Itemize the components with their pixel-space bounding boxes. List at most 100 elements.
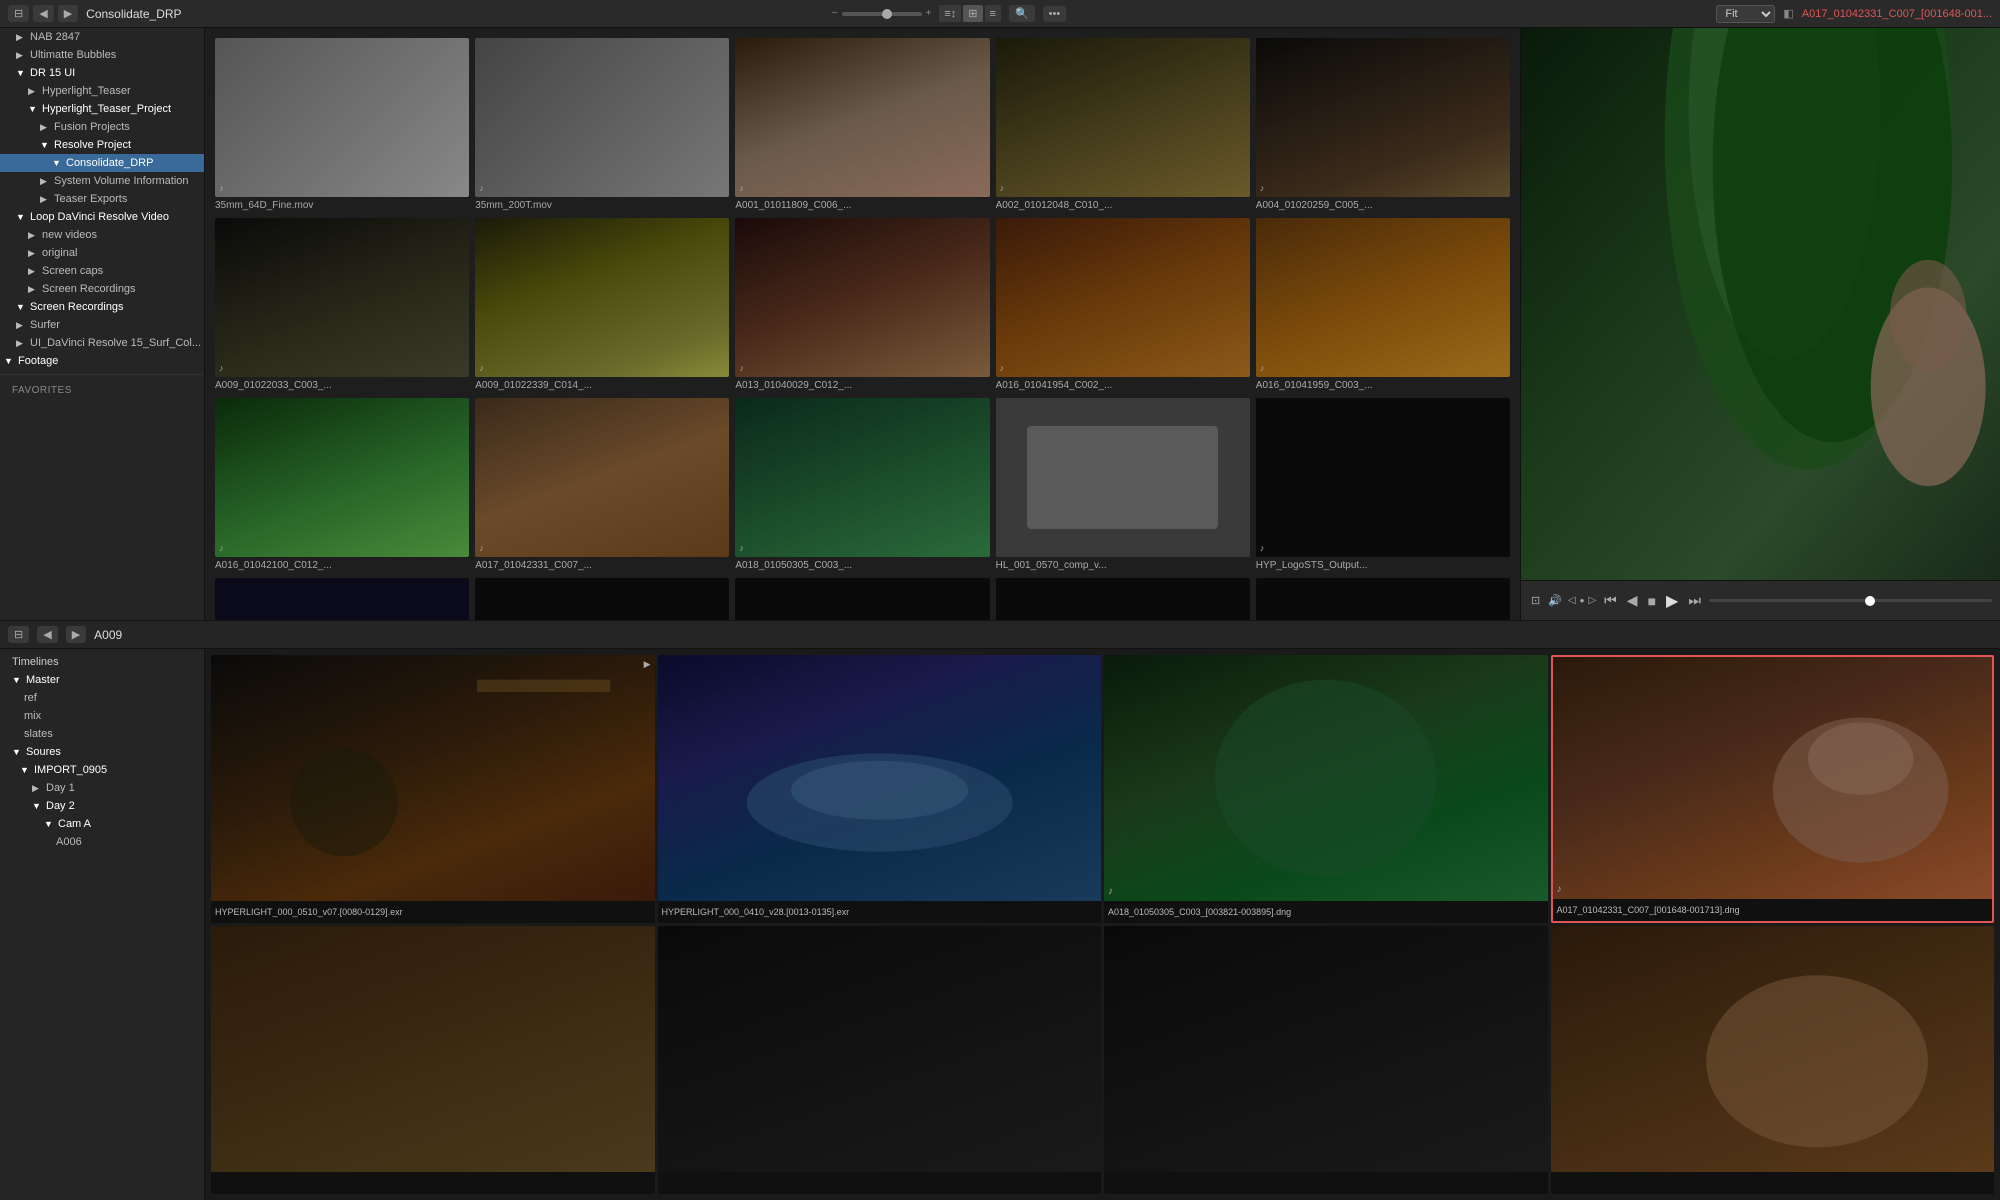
nav-next-button[interactable]: ▶ <box>58 5 78 22</box>
sidebar-item-new-videos[interactable]: ▶ new videos <box>0 226 204 244</box>
nav-forward-button[interactable]: ◀ <box>33 5 53 22</box>
sidebar-item-label: Day 1 <box>46 782 75 794</box>
preview-icon-btn[interactable]: ⊡ <box>1529 592 1542 609</box>
nav-back-button[interactable]: ⊟ <box>8 5 29 22</box>
bottom-back-button[interactable]: ◀ <box>37 626 57 643</box>
timeline-item-timelines[interactable]: Timelines <box>0 653 204 671</box>
media-item-hyp-logo-usef[interactable]: U ♪ HYP_LogoUSEF_Outpu... <box>215 578 469 620</box>
grid-view-button[interactable]: ⊞ <box>963 5 982 22</box>
bottom-clip-r2c4[interactable] <box>1551 926 1995 1194</box>
clip-image <box>658 926 1102 1172</box>
sidebar-item-label: System Volume Information <box>54 175 189 187</box>
volume-icon[interactable]: 🔊 <box>1548 594 1562 607</box>
sidebar-item-hyperlight-teaser-project[interactable]: ▼ Hyperlight_Teaser_Project <box>0 100 204 118</box>
timeline-item-day1[interactable]: ▶ Day 1 <box>0 779 204 797</box>
fit-select[interactable]: Fit 25% 50% 100% <box>1716 5 1775 23</box>
skip-forward-button[interactable]: ⏭ <box>1686 590 1703 611</box>
sidebar-item-nab2847[interactable]: ▶ NAB 2847 <box>0 28 204 46</box>
sidebar-item-screen-recordings1[interactable]: ▶ Screen Recordings <box>0 280 204 298</box>
preview-timeline[interactable] <box>1709 599 1992 602</box>
bottom-fwd-button[interactable]: ▶ <box>66 626 86 643</box>
sidebar-item-hyperlight-teaser[interactable]: ▶ Hyperlight_Teaser <box>0 82 204 100</box>
zoom-in-icon[interactable]: + <box>926 8 932 19</box>
chevron-down-icon: ▼ <box>16 68 26 78</box>
sidebar-item-ultimate-bubbles[interactable]: ▶ Ultimatte Bubbles <box>0 46 204 64</box>
media-item-a013[interactable]: ♪ A013_01040029_C012_... <box>735 218 989 392</box>
bottom-clip-a018[interactable]: ♪ A018_01050305_C003_[003821-003895].dng <box>1104 655 1548 923</box>
music-note-icon: ♪ <box>219 363 224 373</box>
step-back-icon[interactable]: ◁ <box>1568 595 1576 606</box>
media-item-hl001[interactable]: HL_001_0570_comp_v... <box>996 398 1250 572</box>
media-item-hyp-text3[interactable]: ♪ HYP_Text3_Output.mov <box>996 578 1250 620</box>
sidebar-item-footage[interactable]: ▼ Footage <box>0 352 204 370</box>
play-button[interactable]: ▶ <box>1664 589 1680 613</box>
media-item-a009c003[interactable]: ♪ A009_01022033_C003_... <box>215 218 469 392</box>
sidebar-item-dr15ui[interactable]: ▼ DR 15 UI <box>0 64 204 82</box>
sort-button[interactable]: ≡↕ <box>939 5 961 22</box>
timeline-item-import0905[interactable]: ▼ IMPORT_0905 <box>0 761 204 779</box>
sidebar-item-ui-davinci[interactable]: ▶ UI_DaVinci Resolve 15_Surf_Col... <box>0 334 204 352</box>
zoom-slider[interactable] <box>842 12 922 16</box>
media-item-a018[interactable]: ♪ A018_01050305_C003_... <box>735 398 989 572</box>
sidebar-item-system-volume[interactable]: ▶ System Volume Information <box>0 172 204 190</box>
sidebar-item-surfer[interactable]: ▶ Surfer <box>0 316 204 334</box>
timeline-item-master[interactable]: ▼ Master <box>0 671 204 689</box>
media-item-a009c014[interactable]: ♪ A009_01022339_C014_... <box>475 218 729 392</box>
chevron-right-icon: ▶ <box>40 176 50 187</box>
sidebar-item-screen-caps[interactable]: ▶ Screen caps <box>0 262 204 280</box>
media-item-a016c003[interactable]: ♪ A016_01041959_C003_... <box>1256 218 1510 392</box>
sidebar-item-label: Day 2 <box>46 800 75 812</box>
music-note-icon: ♪ <box>739 183 744 193</box>
media-item-hyp-logo-sts[interactable]: ♪ HYP_LogoSTS_Output... <box>1256 398 1510 572</box>
timeline-item-cama[interactable]: ▼ Cam A <box>0 815 204 833</box>
music-note-icon: ♪ <box>1260 183 1265 193</box>
timeline-item-a006[interactable]: A006 <box>0 833 204 851</box>
timeline-item-mix[interactable]: mix <box>0 707 204 725</box>
sidebar-item-original[interactable]: ▶ original <box>0 244 204 262</box>
list-view-button[interactable]: ≡ <box>985 5 1001 22</box>
media-item-a002[interactable]: ♪ A002_01012048_C010_... <box>996 38 1250 212</box>
skip-back-button[interactable]: ⏮ <box>1602 590 1619 611</box>
media-label: A016_01041954_C002_... <box>996 380 1250 392</box>
media-item-a017[interactable]: ♪ A017_01042331_C007_... <box>475 398 729 572</box>
bottom-clip-hyperlight0510[interactable]: ▶ HYPERLIGHT_000_0510_v07.[0080-0129].ex… <box>211 655 655 923</box>
media-item-a004[interactable]: ♪ A004_01020259_C005_... <box>1256 38 1510 212</box>
media-item-a001[interactable]: ♪ A001_01011809_C006_... <box>735 38 989 212</box>
media-item-35mm200t[interactable]: ♪ 35mm_200T.mov <box>475 38 729 212</box>
media-item-hyp-text2[interactable]: ♪ HYP_Text2_Output.mov <box>735 578 989 620</box>
bottom-clip-r2c1[interactable] <box>211 926 655 1194</box>
stop-button[interactable]: ■ <box>1646 591 1658 611</box>
step-fwd-icon[interactable]: ▷ <box>1588 595 1596 606</box>
clip-label: HYPERLIGHT_000_0510_v07.[0080-0129].exr <box>211 901 655 923</box>
search-button[interactable]: 🔍 <box>1009 5 1035 22</box>
bottom-clip-a017-selected[interactable]: ♪ A017_01042331_C007_[001648-001713].dng <box>1551 655 1995 923</box>
step-back-button[interactable]: ◀ <box>1625 590 1640 611</box>
sidebar-item-teaser-exports[interactable]: ▶ Teaser Exports <box>0 190 204 208</box>
media-item-a016c002[interactable]: ♪ A016_01041954_C002_... <box>996 218 1250 392</box>
sidebar-item-resolve-project[interactable]: ▼ Resolve Project <box>0 136 204 154</box>
preview-controls: ⊡ 🔊 ◁ ● ▷ ⏮ ◀ ■ ▶ ⏭ <box>1521 580 2000 620</box>
sidebar-item-screen-recordings2[interactable]: ▼ Screen Recordings <box>0 298 204 316</box>
more-options-button[interactable]: ••• <box>1043 6 1067 22</box>
sidebar-item-consolidate-drp[interactable]: ▼ Consolidate_DRP <box>0 154 204 172</box>
sidebar-item-loop-davinci[interactable]: ▼ Loop DaVinci Resolve Video <box>0 208 204 226</box>
media-item-hyp-text4[interactable]: ♪ HYP_Text4_Output.mov <box>1256 578 1510 620</box>
bottom-clip-r2c3[interactable] <box>1104 926 1548 1194</box>
preview-size-toggle[interactable]: ◧ <box>1783 7 1793 20</box>
media-item-a016c012[interactable]: ♪ A016_01042100_C012_... <box>215 398 469 572</box>
timeline-item-ref[interactable]: ref <box>0 689 204 707</box>
sidebar-item-fusion-projects[interactable]: ▶ Fusion Projects <box>0 118 204 136</box>
bottom-clip-r2c2[interactable] <box>658 926 1102 1194</box>
timeline-item-day2[interactable]: ▼ Day 2 <box>0 797 204 815</box>
bottom-nav-button[interactable]: ⊟ <box>8 626 29 643</box>
timeline-item-soures[interactable]: ▼ Soures <box>0 743 204 761</box>
chevron-down-icon: ▼ <box>52 158 62 168</box>
timeline-item-slates[interactable]: slates <box>0 725 204 743</box>
media-item-35mm64d[interactable]: ♪ 35mm_64D_Fine.mov <box>215 38 469 212</box>
bottom-clip-hyperlight0410[interactable]: HYPERLIGHT_000_0410_v28.[0013-0135].exr <box>658 655 1102 923</box>
media-label: 35mm_200T.mov <box>475 200 729 212</box>
media-item-hyp-text1[interactable]: ♪ HYP_Text1_Output.mov <box>475 578 729 620</box>
media-thumb: U ♪ <box>215 578 469 620</box>
zoom-out-icon[interactable]: − <box>832 8 838 19</box>
chevron-right-icon: ▶ <box>28 248 38 259</box>
